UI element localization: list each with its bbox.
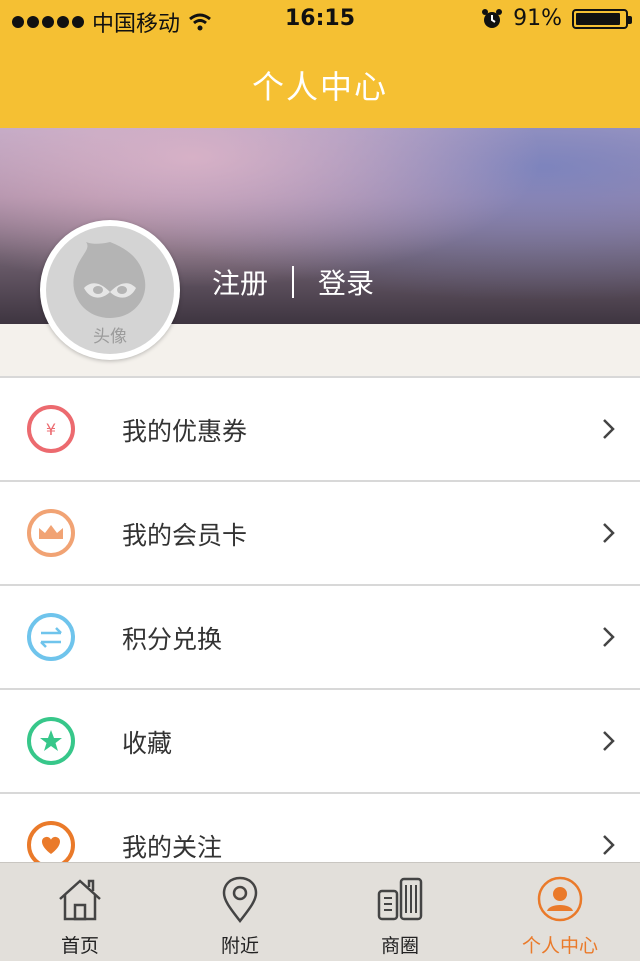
chevron-right-icon bbox=[603, 419, 615, 439]
tab-profile[interactable]: 个人中心 bbox=[480, 863, 640, 961]
battery-percent: 91% bbox=[513, 6, 562, 31]
tab-home[interactable]: 首页 bbox=[0, 863, 160, 961]
star-icon bbox=[27, 717, 75, 765]
tab-nearby[interactable]: 附近 bbox=[160, 863, 320, 961]
chevron-right-icon bbox=[603, 835, 615, 855]
tab-bar: 首页 附近 商圈 个人中心 bbox=[0, 862, 640, 961]
status-bar: 中国移动 16:15 91% bbox=[0, 0, 640, 40]
buildings-icon bbox=[377, 877, 423, 921]
tab-label: 附近 bbox=[220, 935, 259, 957]
avatar-label: 头像 bbox=[93, 327, 127, 347]
home-icon bbox=[59, 879, 101, 921]
auth-links: 注册 登录 bbox=[212, 262, 374, 302]
exchange-icon bbox=[27, 613, 75, 661]
menu-item-coupons[interactable]: ¥ 我的优惠券 bbox=[0, 378, 640, 482]
menu-list: ¥ 我的优惠券 我的会员卡 积分兑换 收藏 我的关注 bbox=[0, 378, 640, 898]
tab-label: 商圈 bbox=[380, 935, 419, 957]
menu-item-label: 我的优惠券 bbox=[122, 417, 248, 446]
menu-item-label: 我的会员卡 bbox=[122, 521, 248, 550]
chevron-right-icon bbox=[603, 523, 615, 543]
tab-business-district[interactable]: 商圈 bbox=[320, 863, 480, 961]
menu-item-label: 我的关注 bbox=[122, 833, 223, 862]
menu-item-label: 积分兑换 bbox=[122, 625, 223, 654]
menu-item-label: 收藏 bbox=[122, 729, 173, 758]
battery-fill bbox=[576, 12, 620, 25]
crown-icon bbox=[27, 509, 75, 557]
alarm-icon bbox=[482, 8, 503, 28]
tab-label: 首页 bbox=[60, 935, 99, 957]
location-pin-icon bbox=[222, 876, 258, 924]
coupon-yen-icon: ¥ bbox=[27, 405, 75, 453]
avatar[interactable]: 头像 bbox=[46, 226, 174, 354]
menu-item-points-exchange[interactable]: 积分兑换 bbox=[0, 586, 640, 690]
auth-divider bbox=[292, 266, 295, 298]
register-link[interactable]: 注册 bbox=[212, 262, 268, 302]
chevron-right-icon bbox=[603, 731, 615, 751]
login-link[interactable]: 登录 bbox=[318, 262, 374, 302]
tab-label: 个人中心 bbox=[521, 935, 598, 957]
menu-item-membership-card[interactable]: 我的会员卡 bbox=[0, 482, 640, 586]
page-title: 个人中心 bbox=[251, 68, 388, 106]
user-icon bbox=[537, 876, 583, 922]
battery-icon bbox=[572, 8, 632, 29]
menu-item-favorites[interactable]: 收藏 bbox=[0, 690, 640, 794]
chevron-right-icon bbox=[603, 627, 615, 647]
yen-glyph: ¥ bbox=[46, 420, 56, 439]
app-header: 中国移动 16:15 91% 个人中心 bbox=[0, 0, 640, 128]
